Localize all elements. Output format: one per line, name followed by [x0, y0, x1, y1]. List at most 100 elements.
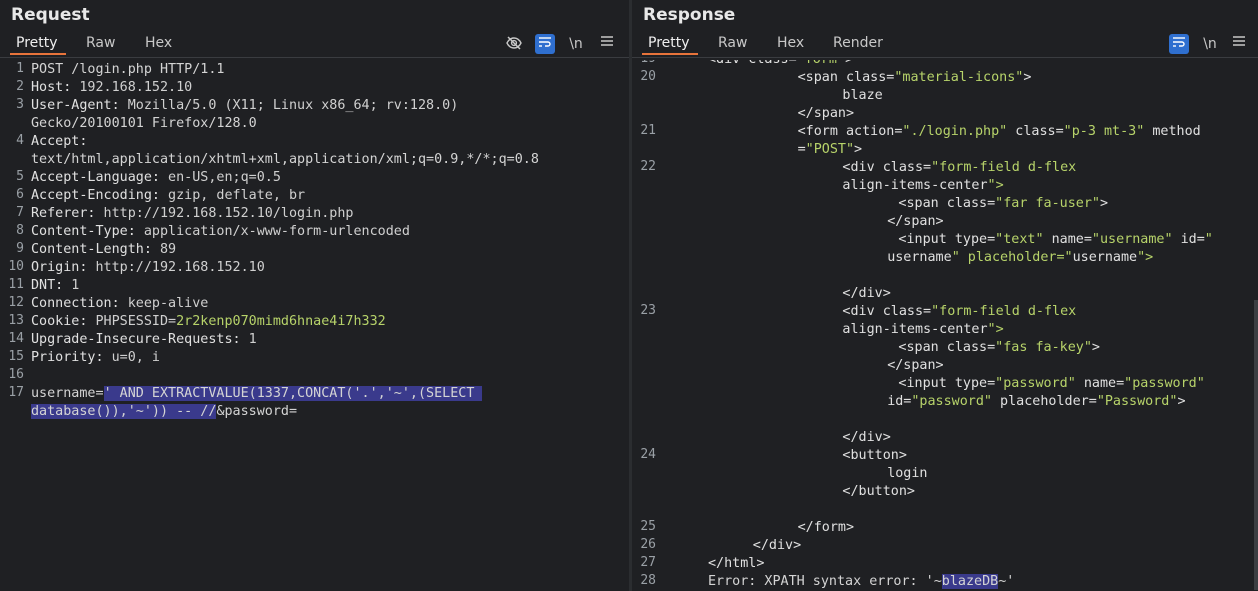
tab-pretty[interactable]: Pretty: [10, 35, 65, 55]
line-number: 5: [16, 169, 24, 184]
line-number: 10: [8, 259, 24, 274]
code-line: Error: XPATH syntax error: '~blazeDB~': [708, 573, 1014, 591]
markup-fragment: id=: [1172, 232, 1205, 247]
newline-toggle[interactable]: \n: [566, 34, 586, 54]
markup-text: align-items-center">: [842, 322, 1003, 337]
markup-fragment: align-items-center: [842, 322, 988, 337]
line-number: 26: [640, 537, 656, 552]
attr-value: "fas fa-key": [995, 340, 1092, 355]
tab-hex[interactable]: Hex: [145, 35, 172, 51]
markup-fragment: </button>: [842, 484, 915, 499]
markup-text: align-items-center">: [842, 178, 1003, 193]
markup-text: <div class="form">: [708, 60, 853, 67]
code-line: <div class="form-field d-flex: [842, 159, 1076, 177]
header-value: Mozilla/5.0 (X11; Linux x86_64; rv:128.0…: [119, 98, 459, 113]
tab-pretty[interactable]: Pretty: [642, 35, 697, 55]
header-value: en-US,en;q=0.5: [160, 170, 281, 185]
markup-fragment: <div class=: [842, 304, 932, 319]
markup-fragment: name=: [1075, 376, 1125, 391]
eye-slash-icon[interactable]: [504, 34, 524, 54]
menu-icon[interactable]: [1229, 34, 1249, 54]
header-name: Accept:: [31, 134, 88, 149]
code-line: DNT: 1: [31, 277, 79, 295]
markup-fragment: <span class=: [898, 340, 996, 355]
code-line: <div class="form">: [708, 60, 853, 69]
request-editor[interactable]: 1 POST /login.php HTTP/1.1 2 Host: 192.168.…: [0, 60, 629, 591]
code-line: blaze: [842, 87, 882, 105]
menu-icon[interactable]: [597, 34, 617, 54]
attr-value: "Password": [1096, 394, 1178, 409]
header-value: application/x-www-form-urlencoded: [135, 224, 410, 239]
code-line: id="password" placeholder="Password">: [887, 393, 1185, 411]
header-value: http://192.168.152.10: [87, 260, 265, 275]
header-value: 192.168.152.10: [71, 80, 193, 95]
code-line: Cookie: PHPSESSID=2r2kenp070mimd6hnae4i7…: [31, 313, 386, 331]
markup-fragment: <span class=: [797, 70, 895, 85]
extracted-value: blazeDB: [941, 574, 999, 589]
newline-toggle[interactable]: \n: [1200, 34, 1220, 54]
response-editor[interactable]: 19<div class="form">20<span class="mater…: [632, 60, 1258, 591]
line-number: 9: [16, 241, 24, 256]
line-number: 12: [8, 295, 24, 310]
code-line: username" placeholder="username">: [887, 249, 1153, 267]
header-name: Upgrade-Insecure-Requests:: [31, 332, 241, 347]
response-scrollbar[interactable]: [1254, 300, 1258, 590]
response-pane: Response Pretty Raw Hex Render \n 19 <div…: [632, 0, 1258, 591]
markup-fragment: <span class=: [898, 196, 996, 211]
markup-fragment: </div>: [752, 538, 802, 553]
code-line: </button>: [842, 483, 915, 501]
markup-fragment: <div class=: [842, 160, 932, 175]
markup-fragment: <input type=: [898, 232, 996, 247]
markup-fragment: username: [887, 250, 952, 265]
code-line: <span class="fas fa-key">: [898, 339, 1100, 357]
attr-value: ">: [987, 322, 1004, 337]
tab-raw[interactable]: Raw: [86, 35, 115, 51]
code-line: Gecko/20100101 Firefox/128.0: [31, 115, 257, 133]
tab-render[interactable]: Render: [833, 35, 883, 51]
markup-fragment: >: [1023, 70, 1032, 85]
markup-text: </span>: [887, 214, 943, 229]
code-line: Host: 192.168.152.10: [31, 79, 192, 97]
markup-fragment: <button>: [842, 448, 907, 463]
code-line: </span>: [887, 213, 943, 231]
attr-value: "./login.php": [902, 124, 1008, 139]
code-line: Upgrade-Insecure-Requests: 1: [31, 331, 257, 349]
code-line: align-items-center">: [842, 321, 1003, 339]
line-number: 28: [640, 573, 656, 588]
line-number: 22: [640, 159, 656, 174]
code-line: Accept-Language: en-US,en;q=0.5: [31, 169, 281, 187]
line-number: 19: [632, 60, 656, 66]
markup-text: id="password" placeholder="Password">: [887, 394, 1185, 409]
markup-text: </span>: [887, 358, 943, 373]
code-line: </form>: [798, 519, 854, 537]
header-value: gzip, deflate, br: [160, 188, 306, 203]
markup-text: </button>: [842, 484, 915, 499]
wrap-icon[interactable]: [535, 34, 555, 54]
line-number: 1: [16, 61, 24, 76]
header-name: User-Agent:: [31, 98, 120, 113]
markup-text: </div>: [842, 286, 890, 301]
attr-value: "password": [911, 394, 992, 409]
line-number: 15: [8, 349, 24, 364]
code-line: </div>: [842, 285, 890, 303]
response-title: Response: [643, 5, 736, 25]
markup-text: </form>: [798, 520, 854, 535]
line-number: 8: [16, 223, 24, 238]
markup-text: <button>: [842, 448, 907, 463]
markup-fragment: =: [797, 142, 806, 157]
markup-fragment: username: [1072, 250, 1138, 265]
attr-value: "password": [1124, 376, 1205, 391]
header-name: Cookie:: [31, 314, 88, 329]
code-text: text/html,application/xhtml+xml,applicat…: [31, 152, 539, 167]
markup-text: </html>: [708, 556, 764, 571]
line-number: 7: [16, 205, 24, 220]
tab-hex[interactable]: Hex: [777, 35, 804, 51]
attr-value: "POST": [805, 142, 855, 157]
wrap-icon[interactable]: [1169, 34, 1189, 54]
header-name: DNT:: [31, 278, 64, 293]
tab-raw[interactable]: Raw: [718, 35, 747, 51]
highlighted-payload: ' AND EXTRACTVALUE(1337,CONCAT('.','~',(…: [103, 386, 483, 401]
code-line: text/html,application/xhtml+xml,applicat…: [31, 151, 539, 169]
header-value: 1: [63, 278, 80, 293]
markup-fragment: blaze: [842, 88, 883, 103]
